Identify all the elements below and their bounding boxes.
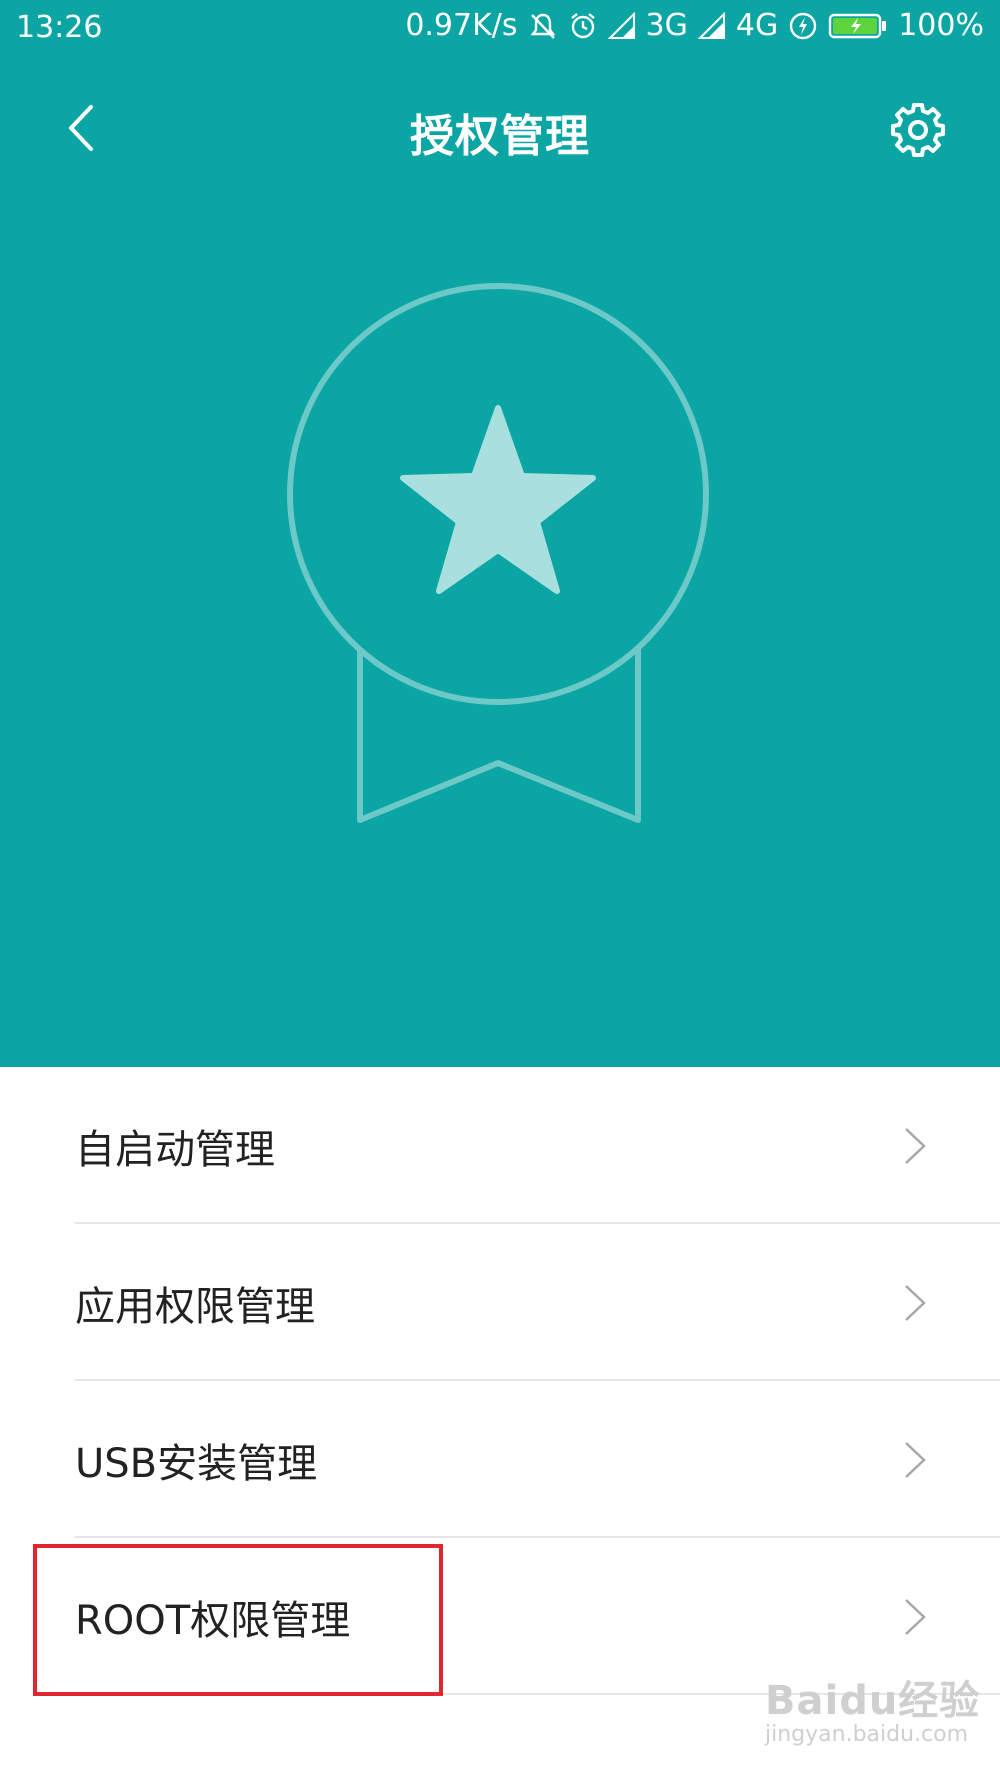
net-speed: 0.97K/s bbox=[405, 8, 518, 43]
settings-button[interactable] bbox=[888, 100, 948, 160]
menu-item-autostart[interactable]: 自启动管理 bbox=[0, 1067, 1000, 1224]
page-title: 授权管理 bbox=[410, 111, 590, 162]
chevron-right-icon bbox=[905, 1598, 926, 1635]
mute-icon bbox=[530, 13, 555, 39]
watermark: Baidu经验 jingyan.baidu.com bbox=[765, 1668, 980, 1747]
menu-item-app-permissions[interactable]: 应用权限管理 bbox=[0, 1224, 1000, 1381]
menu-item-label: 自启动管理 bbox=[75, 1126, 275, 1173]
network-type-2: 4G bbox=[735, 8, 779, 43]
signal-icon bbox=[697, 11, 725, 39]
chevron-right-icon bbox=[905, 1127, 926, 1164]
status-bar: 13:26 0.97K/s 3G 4G 100% bbox=[0, 0, 1000, 58]
status-indicators: 0.97K/s 3G 4G 100% bbox=[405, 8, 984, 43]
chevron-right-icon bbox=[905, 1284, 926, 1321]
header-hero: 13:26 0.97K/s 3G 4G 100% 授权管理 bbox=[0, 0, 1000, 1067]
chevron-right-icon bbox=[905, 1441, 926, 1478]
charging-icon bbox=[790, 12, 817, 39]
battery-level: 100% bbox=[898, 8, 984, 43]
alarm-icon bbox=[570, 12, 595, 38]
medal-illustration bbox=[287, 283, 709, 823]
menu-item-label: USB安装管理 bbox=[75, 1440, 318, 1487]
highlight-annotation bbox=[33, 1544, 443, 1696]
battery-icon bbox=[829, 13, 887, 38]
signal-icon bbox=[607, 11, 635, 39]
menu-item-label: 应用权限管理 bbox=[75, 1283, 315, 1330]
status-time: 13:26 bbox=[16, 10, 103, 45]
gear-icon bbox=[891, 103, 945, 157]
watermark-brand: Baidu经验 bbox=[765, 1678, 981, 1724]
title-bar: 授权管理 bbox=[0, 80, 1000, 178]
watermark-url: jingyan.baidu.com bbox=[765, 1722, 969, 1747]
menu-item-usb-install[interactable]: USB安装管理 bbox=[0, 1381, 1000, 1538]
network-type-1: 3G bbox=[645, 8, 688, 43]
